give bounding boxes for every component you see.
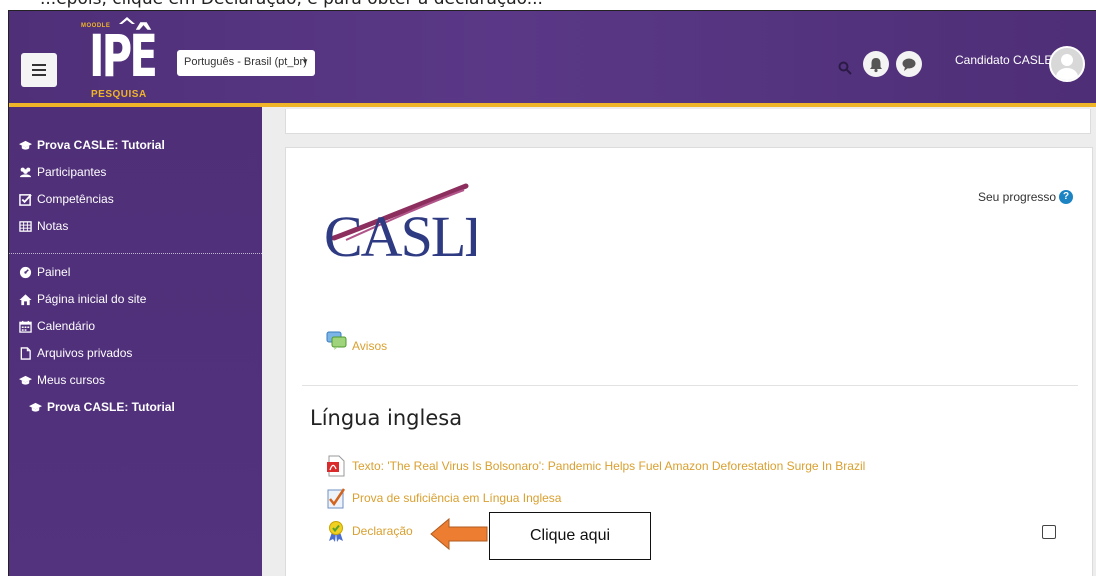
activity-link[interactable]: Prova de suficiência em Língua Inglesa (352, 491, 561, 505)
sidebar-item-calendar[interactable]: Calendário (19, 318, 95, 334)
screenshot-frame: MOODLE IPÊ PESQUISA Português - Brasil (… (8, 10, 1096, 576)
course-logo: CASLE (324, 183, 476, 266)
sidebar-item-label: Meus cursos (37, 373, 106, 387)
sidebar-item-competencies[interactable]: Competências (19, 191, 114, 207)
graduation-cap-icon (29, 402, 42, 412)
file-icon (20, 346, 31, 360)
sidebar-divider (9, 253, 262, 254)
sidebar-item-label: Participantes (37, 165, 107, 179)
section-title: Língua inglesa (310, 406, 463, 430)
chevron-down-icon: ▼ (301, 57, 309, 66)
announcements-link[interactable]: Avisos (352, 339, 387, 353)
sidebar-item-label: Página inicial do site (37, 292, 147, 306)
sidebar-item-dashboard[interactable]: Painel (19, 264, 70, 280)
search-icon[interactable] (838, 61, 852, 75)
check-square-icon (19, 193, 32, 206)
sidebar-item-label: Notas (37, 219, 69, 233)
completion-checkbox[interactable] (1042, 525, 1056, 539)
sidebar-item-private-files[interactable]: Arquivos privados (19, 345, 132, 361)
table-icon (19, 220, 32, 232)
sidebar-item-label: Competências (37, 192, 114, 206)
caption-text: ...epois, clique em Declaração, e para o… (40, 0, 543, 9)
course-card: CASLE Seu progresso ? Avisos Língua ingl… (285, 147, 1093, 576)
sidebar-item-grades[interactable]: Notas (19, 218, 68, 234)
chat-icon[interactable] (896, 51, 922, 77)
certificate-icon (329, 521, 343, 542)
sidebar-item-participants[interactable]: Participantes (19, 164, 106, 180)
site-logo[interactable]: MOODLE IPÊ PESQUISA (73, 15, 173, 103)
dashboard-icon (19, 266, 32, 278)
sidebar: Prova CASLE: Tutorial Participantes Comp… (9, 107, 262, 576)
course-logo-text: CASLE (324, 204, 476, 266)
sidebar-item-site-home[interactable]: Página inicial do site (19, 291, 146, 307)
activity-pdf-text[interactable]: Texto: 'The Real Virus Is Bolsonaro': Pa… (326, 455, 865, 477)
logo-main-text: IPÊ (89, 22, 158, 90)
navbar: MOODLE IPÊ PESQUISA Português - Brasil (… (9, 11, 1096, 107)
hamburger-icon[interactable] (21, 53, 57, 87)
user-name[interactable]: Candidato CASLE (955, 53, 1052, 67)
sidebar-item-current-course[interactable]: Prova CASLE: Tutorial (29, 399, 175, 415)
arrow-left-icon (430, 517, 488, 551)
users-icon (19, 167, 32, 177)
sidebar-item-label: Calendário (37, 319, 96, 333)
activity-link[interactable]: Declaração (352, 524, 413, 538)
activity-link[interactable]: Texto: 'The Real Virus Is Bolsonaro': Pa… (352, 459, 865, 473)
activity-certificate[interactable]: Declaração (326, 520, 413, 542)
activity-quiz[interactable]: Prova de suficiência em Língua Inglesa (326, 487, 561, 509)
help-icon[interactable]: ? (1059, 190, 1073, 204)
sidebar-item-course-tutorial[interactable]: Prova CASLE: Tutorial (19, 137, 165, 153)
quiz-icon (327, 488, 346, 509)
pdf-icon (327, 455, 345, 477)
forum-icon (326, 331, 347, 350)
annotation-label: Clique aqui (529, 527, 611, 544)
home-icon (19, 293, 32, 305)
avatar[interactable] (1049, 46, 1085, 82)
section-divider (302, 385, 1078, 386)
annotation-callout: Clique aqui (489, 512, 651, 560)
top-card (285, 109, 1091, 134)
caption-strip: ...epois, clique em Declaração, e para o… (0, 0, 1096, 10)
sidebar-item-label: Prova CASLE: Tutorial (37, 138, 165, 152)
sidebar-item-my-courses[interactable]: Meus cursos (19, 372, 105, 388)
sidebar-item-label: Arquivos privados (37, 346, 133, 360)
sidebar-item-label: Prova CASLE: Tutorial (47, 400, 175, 414)
language-value: Português - Brasil (pt_br) (184, 56, 307, 68)
logo-sub-text: PESQUISA (91, 89, 147, 100)
bell-icon[interactable] (863, 51, 889, 77)
language-select[interactable]: Português - Brasil (pt_br) ▼ (177, 50, 315, 76)
graduation-cap-icon (19, 375, 32, 385)
calendar-icon (19, 320, 32, 333)
progress-label: Seu progresso (978, 190, 1057, 204)
sidebar-item-label: Painel (37, 265, 71, 279)
graduation-cap-icon (19, 140, 32, 150)
